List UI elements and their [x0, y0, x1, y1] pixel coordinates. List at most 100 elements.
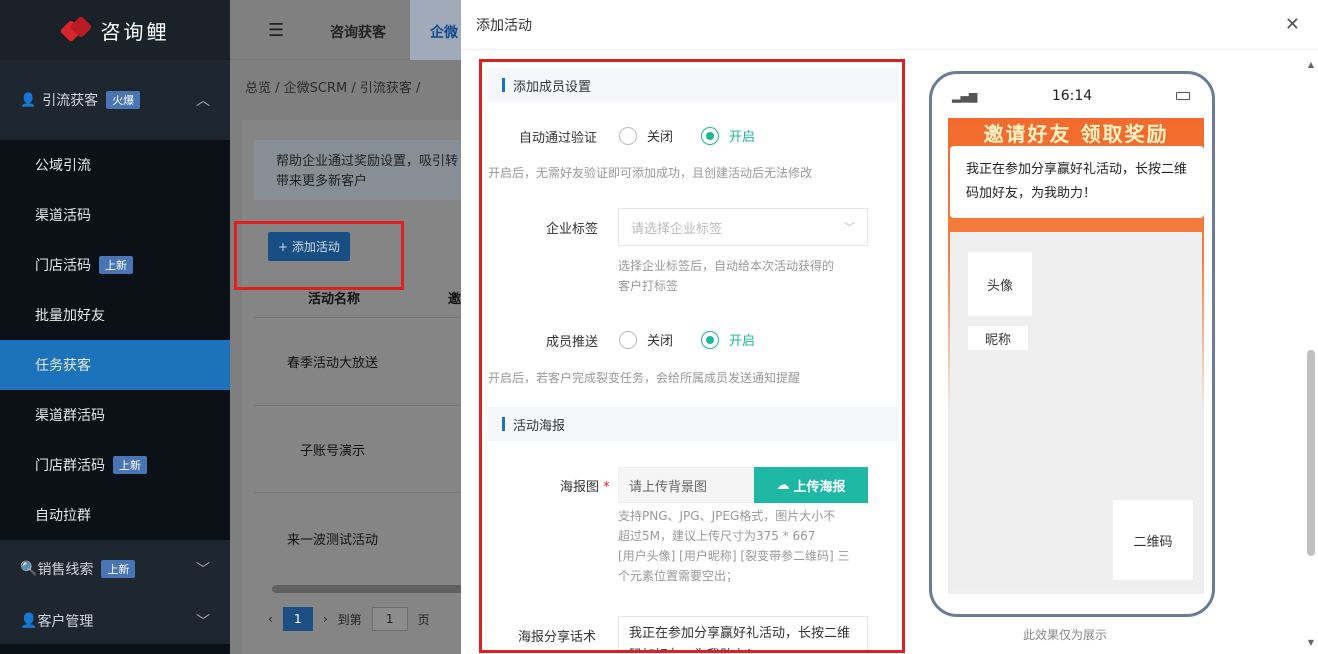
push-label: 成员推送 — [546, 335, 599, 350]
hot-badge: 火爆 — [106, 91, 141, 109]
push-off-radio[interactable]: 关闭 — [619, 330, 673, 349]
breadcrumb: 总览 / 企微SCRM / 引流获客 / — [245, 81, 421, 96]
radio-circle — [619, 330, 637, 349]
sidebar-item-label: 渠道活码 — [35, 208, 91, 224]
new-badge: 上新 — [113, 456, 147, 474]
tag-select[interactable]: 请选择企业标签 ﹀ — [618, 208, 868, 246]
phone-status-bar: ▂▄▆ 16:14 — [932, 74, 1212, 118]
avatar-placeholder[interactable]: 头像 — [968, 252, 1032, 316]
logo: 咨询鲤 — [0, 0, 230, 60]
push-on-radio[interactable]: 开启 — [701, 330, 755, 349]
battery-icon — [1176, 92, 1190, 100]
auto-verify-hint: 开启后，无需好友验证即可添加成功，且创建活动后无法修改 — [488, 166, 813, 180]
sidebar-item-label: 批量加好友 — [35, 308, 105, 324]
sidebar-item-label: 门店群活码 — [35, 458, 105, 474]
auto-verify-label: 自动通过验证 — [519, 131, 598, 146]
menu-group-label: 销售线索 — [37, 562, 94, 578]
sidebar-item-store-code[interactable]: 门店活码 上新 — [0, 240, 230, 290]
signal-icon: ▂▄▆ — [952, 89, 978, 103]
tag-hint-line: 客户打标签 — [618, 279, 679, 293]
poster-input[interactable]: 请上传背景图 — [618, 467, 754, 503]
poster-hint-line: 支持PNG、JPG、JPEG格式，图片大小不 — [618, 509, 836, 523]
radio-label: 关闭 — [647, 130, 674, 145]
tag-hint: 选择企业标签后，自动给本次活动获得的 客户打标签 — [618, 256, 834, 296]
user-icon: 👤 — [20, 613, 38, 629]
row-divider — [254, 492, 484, 493]
poster-banner: 邀请好友 领取奖励 — [983, 121, 1169, 146]
sidebar-item-task-acquisition[interactable]: 任务获客 — [0, 340, 230, 390]
menu-group-label: 客户管理 — [37, 614, 94, 630]
column-header-name: 活动名称 — [308, 292, 361, 307]
sidebar-item-channel-group-code[interactable]: 渠道群活码 — [0, 390, 230, 440]
menu-toggle-icon[interactable]: ☰ — [268, 20, 284, 41]
menu-group-lead-gen[interactable]: 👤 引流获客 火爆 ︿ — [0, 60, 230, 140]
sidebar-item-label: 门店活码 — [35, 258, 91, 274]
required-mark: * — [603, 480, 610, 495]
poster-image-area: 头像 昵称 二维码 — [950, 232, 1202, 588]
scroll-up-icon[interactable]: ▲ — [1308, 60, 1314, 69]
poster-label: 海报图 * — [560, 476, 610, 495]
table-row[interactable]: 春季活动大放送 — [287, 352, 378, 371]
horizontal-scrollbar[interactable] — [272, 585, 472, 593]
push-hint: 开启后，若客户完成裂变任务，会给所属成员发送通知提醒 — [488, 371, 801, 385]
poster-preview: 邀请好友 领取奖励 我正在参加分享赢好礼活动，长按二维码加好友，为我助力！ 头像… — [948, 118, 1204, 594]
next-page-icon[interactable]: › — [323, 612, 328, 626]
upload-poster-button[interactable]: ☁ 上传海报 — [754, 467, 868, 503]
table-row[interactable]: 子账号演示 — [300, 440, 365, 459]
highlight-box-add-button — [234, 221, 404, 290]
close-icon[interactable]: ✕ — [1285, 14, 1300, 35]
radio-circle — [619, 126, 637, 145]
goto-label: 到第 — [337, 612, 362, 627]
logo-icon — [59, 15, 92, 45]
prev-page-icon[interactable]: ‹ — [268, 612, 273, 626]
chevron-down-icon: ﹀ — [196, 614, 210, 630]
user-add-icon: 👤 — [20, 92, 37, 108]
qrcode-placeholder[interactable]: 二维码 — [1113, 500, 1193, 580]
new-badge: 上新 — [101, 560, 136, 578]
section-header-poster: 活动海报 — [488, 407, 898, 441]
poster-hint-line: 个元素位置需要空出； — [618, 569, 739, 583]
auto-verify-on-radio[interactable]: 开启 — [701, 126, 755, 145]
tag-placeholder: 请选择企业标签 — [631, 221, 723, 237]
table-row[interactable]: 来一波测试活动 — [287, 529, 378, 548]
column-header-2: 邀 — [448, 292, 462, 307]
goto-page-input[interactable]: 1 — [371, 607, 408, 631]
tag-hint-line: 选择企业标签后，自动给本次活动获得的 — [618, 259, 835, 273]
sidebar-item-public-traffic[interactable]: 公域引流 — [0, 140, 230, 190]
radio-label: 关闭 — [647, 334, 674, 349]
row-divider — [254, 405, 484, 406]
sidebar-item-label: 自动拉群 — [35, 508, 91, 524]
sidebar-item-batch-add-friends[interactable]: 批量加好友 — [0, 290, 230, 340]
poster-hint-line: 超过5M，建议上传尺寸为375 * 667 — [618, 529, 816, 543]
sidebar-item-channel-code[interactable]: 渠道活码 — [0, 190, 230, 240]
preview-note: 此效果仅为展示 — [1023, 628, 1108, 642]
page-suffix: 页 — [417, 612, 430, 627]
upload-button-label: 上传海报 — [793, 479, 846, 495]
tab-consult[interactable]: 咨询获客 — [330, 22, 386, 42]
share-text-textarea[interactable]: 我正在参加分享赢好礼活动，长按二维码加好友，为我助力！ — [618, 616, 868, 650]
sidebar-item-label: 渠道群活码 — [35, 408, 105, 424]
tip-line: 带来更多新客户 — [276, 174, 368, 189]
sidebar-item-store-group-code[interactable]: 门店群活码 上新 — [0, 440, 230, 490]
radio-circle-checked — [701, 126, 719, 145]
chevron-down-icon: ﹀ — [196, 562, 210, 578]
nickname-placeholder[interactable]: 昵称 — [968, 326, 1028, 350]
sidebar: 咨询鲤 👤 引流获客 火爆 ︿ 公域引流 渠道活码 门店活码 上新 批量加好友 任… — [0, 0, 230, 654]
menu-group-customer-mgmt[interactable]: 👤 客户管理 ﹀ — [0, 598, 230, 644]
poster-hint-line: [用户头像] [用户昵称] [裂变带参二维码] 三 — [618, 549, 850, 563]
scroll-down-icon[interactable]: ▼ — [1308, 638, 1314, 647]
sidebar-item-auto-group[interactable]: 自动拉群 — [0, 490, 230, 540]
radio-label: 开启 — [729, 130, 756, 145]
menu-group-label: 引流获客 — [42, 93, 99, 109]
brand-name: 咨询鲤 — [100, 19, 170, 44]
new-badge: 上新 — [99, 256, 133, 274]
current-page-button[interactable]: 1 — [282, 607, 313, 631]
sidebar-item-label: 任务获客 — [35, 358, 91, 374]
intro-tip: 帮助企业通过奖励设置，吸引转 带来更多新客户 — [254, 140, 474, 200]
auto-verify-off-radio[interactable]: 关闭 — [619, 126, 673, 145]
upload-cloud-icon: ☁ — [776, 477, 790, 493]
vertical-scrollbar[interactable] — [1307, 350, 1315, 556]
share-bubble: 我正在参加分享赢好礼活动，长按二维码加好友，为我助力！ — [950, 146, 1204, 218]
section-header-member: 添加成员设置 — [488, 68, 898, 102]
menu-group-sales-leads[interactable]: 🔍 销售线索 上新 ﹀ — [0, 540, 230, 598]
